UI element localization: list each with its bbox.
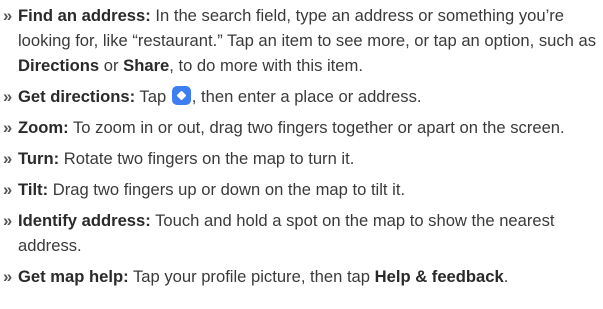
- list-item-zoom: » Zoom: To zoom in or out, drag two finge…: [0, 115, 603, 140]
- term-get-map-help: Get map help:: [18, 267, 129, 286]
- text: Tap: [135, 87, 171, 106]
- bullet: »: [3, 267, 13, 286]
- directions-icon: [171, 86, 191, 105]
- list-item-tilt: » Tilt: Drag two fingers up or down on th…: [0, 177, 603, 202]
- keyword-help-feedback: Help & feedback: [374, 267, 504, 286]
- bullet: »: [3, 118, 13, 137]
- term-get-directions: Get directions:: [18, 87, 136, 106]
- list-item-get-directions: » Get directions: Tap , then enter a plac…: [0, 84, 603, 109]
- text: or: [99, 56, 124, 75]
- term-zoom: Zoom:: [18, 118, 69, 137]
- text: Rotate two fingers on the map to turn it…: [59, 149, 355, 168]
- text: .: [503, 267, 509, 286]
- keyword-directions: Directions: [18, 56, 100, 75]
- text: Drag two fingers up or down on the map t…: [48, 180, 406, 199]
- list-item-get-map-help: » Get map help: Tap your profile picture,…: [0, 264, 603, 289]
- instruction-list: » Find an address: In the search field, t…: [0, 0, 603, 289]
- list-item-find-address: » Find an address: In the search field, t…: [0, 3, 603, 78]
- bullet: »: [3, 149, 13, 168]
- bullet: »: [3, 87, 13, 106]
- keyword-share: Share: [123, 56, 170, 75]
- text: To zoom in or out, drag two fingers toge…: [68, 118, 565, 137]
- bullet: »: [3, 211, 13, 230]
- list-item-identify-address: » Identify address: Touch and hold a spot…: [0, 208, 603, 258]
- bullet: »: [3, 180, 13, 199]
- term-tilt: Tilt:: [18, 180, 49, 199]
- term-turn: Turn:: [18, 149, 60, 168]
- text: , to do more with this item.: [169, 56, 363, 75]
- term-identify-address: Identify address:: [18, 211, 151, 230]
- bullet: »: [3, 6, 13, 25]
- term-find-address: Find an address:: [18, 6, 151, 25]
- text: Tap your profile picture, then tap: [128, 267, 375, 286]
- list-item-turn: » Turn: Rotate two fingers on the map to …: [0, 146, 603, 171]
- text: , then enter a place or address.: [191, 87, 422, 106]
